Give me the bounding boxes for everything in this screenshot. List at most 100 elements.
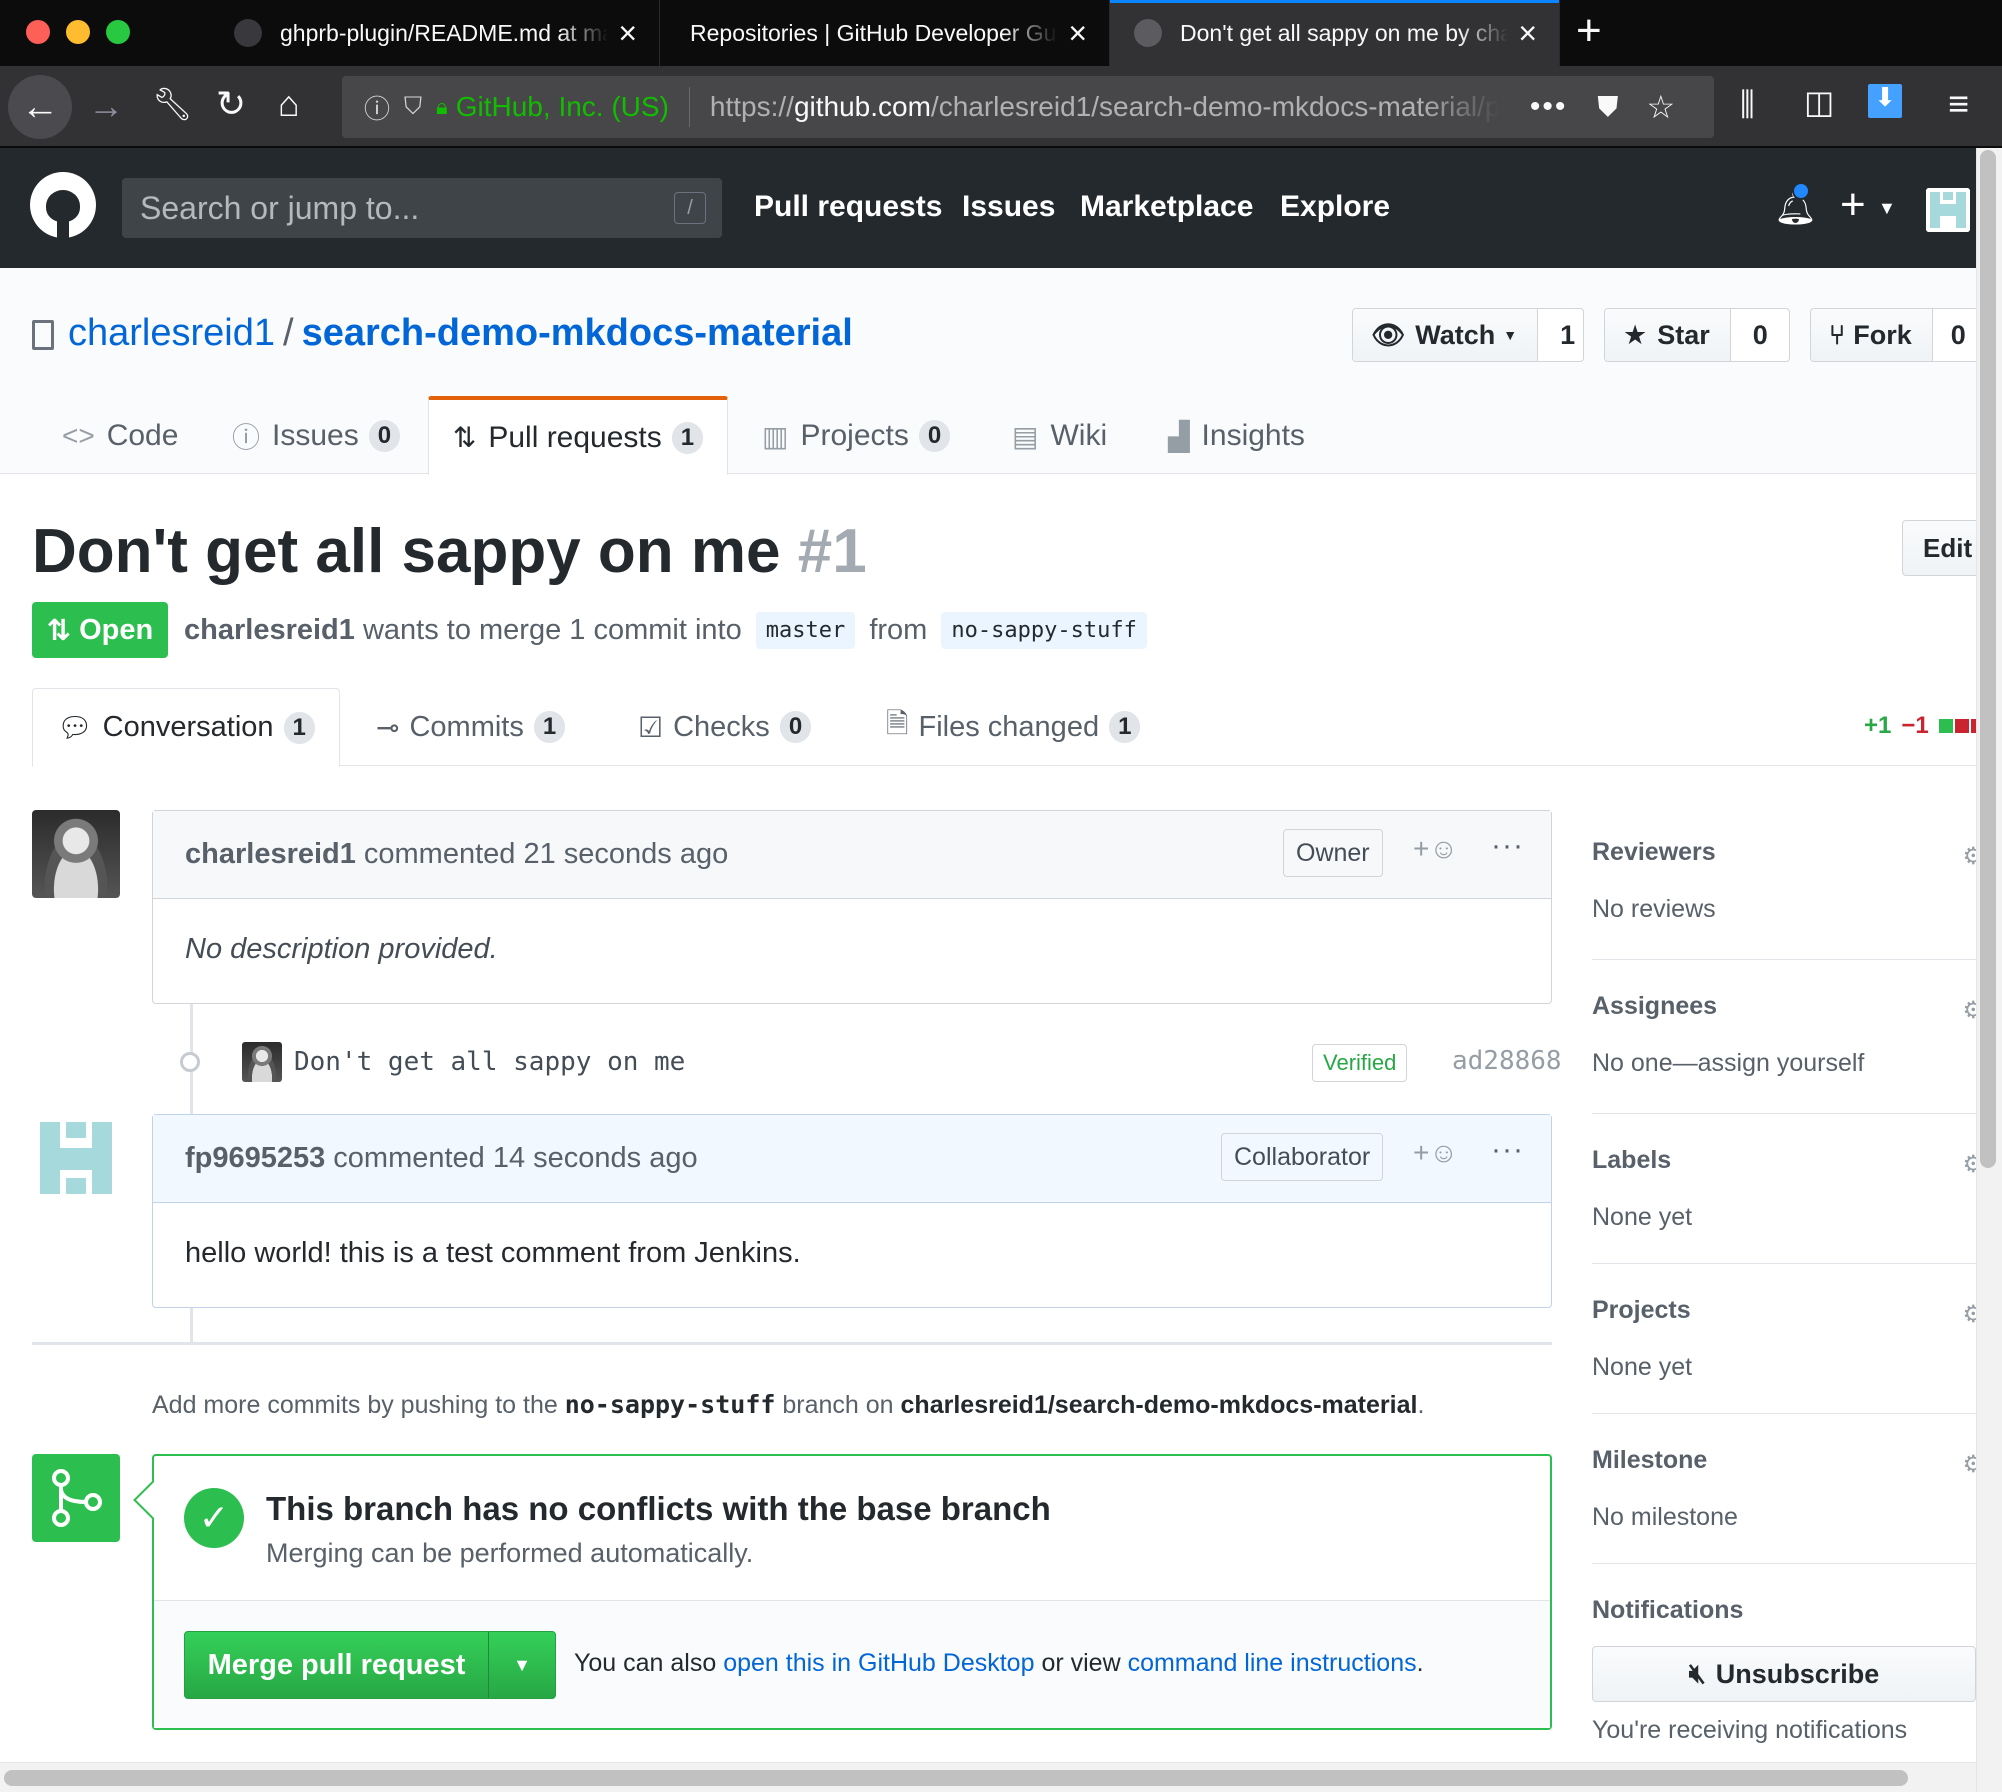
watch-button[interactable]: 👁︎ Watch ▼ xyxy=(1353,309,1539,361)
base-branch-label[interactable]: master xyxy=(755,612,856,649)
sidebar-milestone-title[interactable]: Milestone xyxy=(1592,1446,1976,1475)
merge-footer: Merge pull request ▼ You can also open t… xyxy=(154,1601,1550,1728)
nav-pull-requests[interactable]: Pull requests xyxy=(754,190,942,224)
comment-body: hello world! this is a test comment from… xyxy=(185,1237,801,1269)
create-new-plus-icon[interactable]: + xyxy=(1840,180,1866,230)
site-info-icon[interactable]: ⓘ xyxy=(364,89,390,126)
merge-alt-middle: or view xyxy=(1041,1649,1121,1677)
forward-button[interactable]: → xyxy=(88,88,124,124)
tab-close-icon[interactable]: × xyxy=(1518,17,1537,49)
add-reaction-icon[interactable]: +☺ xyxy=(1413,833,1458,865)
reload-button[interactable]: ↻ xyxy=(216,86,246,122)
open-in-desktop-link[interactable]: open this in GitHub Desktop xyxy=(723,1649,1034,1677)
sidebar-assignees-title[interactable]: Assignees xyxy=(1592,992,1976,1021)
git-pull-request-icon: ⇅ xyxy=(452,422,477,453)
comment-timestamp[interactable]: commented 14 seconds ago xyxy=(333,1142,697,1175)
merge-method-dropdown-icon[interactable]: ▼ xyxy=(489,1632,555,1698)
wrench-icon[interactable]: 🔧︎ xyxy=(152,88,193,120)
star-button[interactable]: ★ Star xyxy=(1605,309,1731,361)
new-tab-button[interactable]: + xyxy=(1576,6,1602,56)
browser-tab-developer-guide[interactable]: Repositories | GitHub Developer Guide × xyxy=(660,0,1110,66)
window-close-button[interactable] xyxy=(26,20,50,44)
merge-alternatives: You can also open this in GitHub Desktop… xyxy=(574,1649,1424,1678)
home-button[interactable]: ⌂ xyxy=(278,86,300,122)
user-avatar[interactable] xyxy=(1926,188,1970,232)
avatar-photo xyxy=(32,810,120,898)
add-reaction-icon[interactable]: +☺ xyxy=(1413,1137,1458,1169)
sidebar-labels-title[interactable]: Labels xyxy=(1592,1146,1976,1175)
tab-conversation[interactable]: 💬︎ Conversation 1 xyxy=(32,688,340,767)
diffstat-block xyxy=(1938,719,1953,733)
pr-author-link[interactable]: charlesreid1 xyxy=(184,614,355,646)
tab-code[interactable]: <> Code xyxy=(62,398,178,474)
address-bar[interactable]: ⓘ ⛉ 🔒︎ GitHub, Inc. (US) https://github.… xyxy=(342,76,1714,138)
nav-marketplace[interactable]: Marketplace xyxy=(1080,190,1253,224)
merge-pull-request-button[interactable]: Merge pull request xyxy=(185,1632,489,1698)
graph-icon: ▟ xyxy=(1168,420,1190,452)
fork-button[interactable]: ⑂ Fork xyxy=(1811,309,1933,361)
horizontal-scrollbar-thumb[interactable] xyxy=(4,1770,1908,1786)
tab-pull-requests[interactable]: ⇅ Pull requests 1 xyxy=(428,396,728,475)
url-text[interactable]: https://github.com/charlesreid1/search-d… xyxy=(710,91,1500,123)
commit-author-avatar[interactable] xyxy=(242,1042,282,1082)
commit-message-link[interactable]: Don't get all sappy on me xyxy=(294,1047,685,1077)
more-options-icon[interactable]: ··· xyxy=(1491,829,1524,863)
pr-meta-text: wants to merge 1 commit into xyxy=(362,614,742,646)
avatar[interactable] xyxy=(32,1114,120,1202)
tab-wiki[interactable]: ▤ Wiki xyxy=(1012,398,1107,474)
chevron-down-icon[interactable]: ▼ xyxy=(1878,198,1896,219)
tab-close-icon[interactable]: × xyxy=(1068,17,1087,49)
avatar[interactable] xyxy=(32,810,120,898)
github-octocat-logo-icon[interactable] xyxy=(30,172,96,238)
tracking-shield-icon[interactable]: ⛉ xyxy=(404,93,422,121)
commit-sha-link[interactable]: ad28868 xyxy=(1452,1046,1562,1076)
library-icon[interactable]: ⫼ xyxy=(1740,88,1755,120)
search-placeholder: Search or jump to... xyxy=(140,189,420,226)
repo-owner-link[interactable]: charlesreid1 xyxy=(68,312,275,354)
edit-title-button[interactable]: Edit xyxy=(1902,520,1982,576)
unsubscribe-button[interactable]: 🔇︎ Unsubscribe xyxy=(1592,1646,1976,1702)
search-input[interactable]: Search or jump to... / xyxy=(122,178,722,238)
comment-timestamp[interactable]: commented 21 seconds ago xyxy=(364,838,728,871)
tab-checks[interactable]: ☑ Checks 0 xyxy=(638,688,812,766)
downloads-icon[interactable]: ⬇ xyxy=(1868,84,1902,118)
unsubscribe-label: Unsubscribe xyxy=(1715,1658,1880,1689)
merge-button-group: Merge pull request ▼ xyxy=(184,1631,556,1699)
tab-issues[interactable]: ⓘ Issues 0 xyxy=(232,398,401,474)
tab-projects[interactable]: ▥ Projects 0 xyxy=(762,398,951,474)
nav-explore[interactable]: Explore xyxy=(1280,190,1390,224)
repo-name-link[interactable]: search-demo-mkdocs-material xyxy=(302,312,853,354)
comment-author-link[interactable]: charlesreid1 xyxy=(185,838,356,871)
hamburger-menu-icon[interactable]: ≡ xyxy=(1948,86,1969,122)
page-actions-icon[interactable]: ••• xyxy=(1530,90,1568,124)
tab-commits[interactable]: ⊸ Commits 1 xyxy=(376,688,566,766)
window-zoom-button[interactable] xyxy=(106,20,130,44)
merge-alt-suffix: . xyxy=(1416,1649,1424,1677)
tab-close-icon[interactable]: × xyxy=(618,17,637,49)
command-line-instructions-link[interactable]: command line instructions xyxy=(1128,1649,1417,1677)
tab-insights[interactable]: ▟ Insights xyxy=(1168,398,1305,474)
tab-files-changed[interactable]: 🗎︎ Files changed 1 xyxy=(886,688,1141,766)
pocket-icon[interactable]: ⛊ xyxy=(1597,91,1618,124)
window-minimize-button[interactable] xyxy=(66,20,90,44)
verified-badge[interactable]: Verified xyxy=(1312,1044,1408,1082)
fork-count[interactable]: 0 xyxy=(1933,309,1976,361)
vertical-scrollbar-thumb[interactable] xyxy=(1980,150,1996,1168)
sidebar-projects-title[interactable]: Projects xyxy=(1592,1296,1976,1325)
git-commit-icon xyxy=(180,1052,200,1072)
tab-code-label: Code xyxy=(106,419,179,452)
sidebar-assignees-value[interactable]: No one—assign yourself xyxy=(1592,1049,1976,1078)
comment-author-link[interactable]: fp9695253 xyxy=(185,1142,325,1175)
watch-count[interactable]: 1 xyxy=(1538,309,1583,361)
push-hint: Add more commits by pushing to the no-sa… xyxy=(152,1390,1424,1420)
bookmark-star-icon[interactable]: ☆ xyxy=(1646,88,1675,126)
head-branch-label[interactable]: no-sappy-stuff xyxy=(941,612,1147,649)
browser-tab-active[interactable]: Don't get all sappy on me by charlesreid… xyxy=(1110,0,1560,66)
back-button[interactable]: ← xyxy=(8,75,72,139)
browser-tab-readme[interactable]: ghprb-plugin/README.md at master · jenki… xyxy=(210,0,660,66)
sidebar-toggle-icon[interactable]: ◫ xyxy=(1804,86,1834,118)
star-count[interactable]: 0 xyxy=(1731,309,1789,361)
sidebar-reviewers-title[interactable]: Reviewers xyxy=(1592,838,1976,867)
nav-issues[interactable]: Issues xyxy=(962,190,1055,224)
more-options-icon[interactable]: ··· xyxy=(1491,1133,1524,1167)
